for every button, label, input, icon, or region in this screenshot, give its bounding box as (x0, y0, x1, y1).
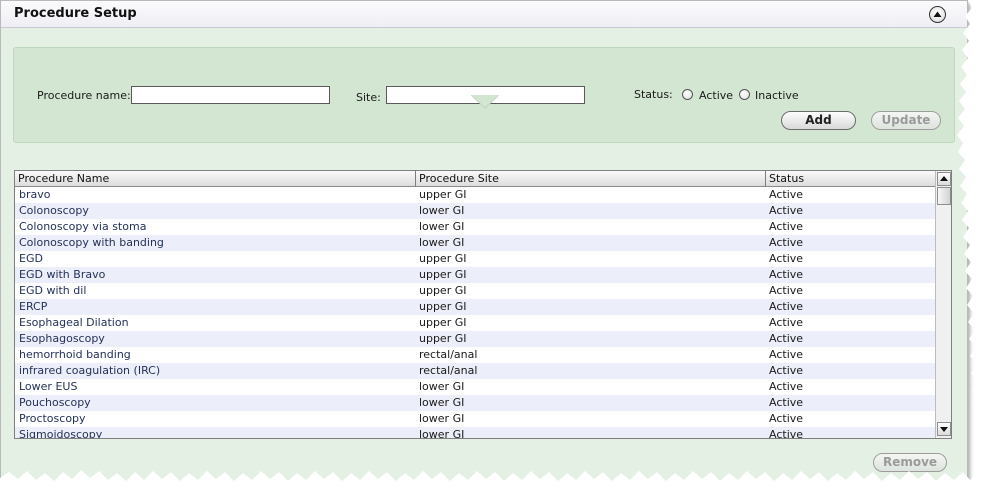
site-label: Site: (356, 91, 381, 104)
cell-status: Active (769, 348, 804, 361)
cell-status: Active (769, 220, 804, 233)
cell-site: lower GI (419, 396, 465, 409)
cell-status: Active (769, 332, 804, 345)
cell-site: lower GI (419, 428, 465, 439)
cell-site: lower GI (419, 204, 465, 217)
cell-name: Esophageal Dilation (19, 316, 129, 329)
grid-header: Procedure Name Procedure Site Status (15, 171, 935, 187)
cell-status: Active (769, 428, 804, 439)
cell-site: upper GI (419, 300, 467, 313)
table-row[interactable]: Pouchoscopy lower GI Active (15, 395, 935, 411)
cell-status: Active (769, 188, 804, 201)
cell-name: infrared coagulation (IRC) (19, 364, 161, 377)
cell-name: Pouchoscopy (19, 396, 91, 409)
cell-site: lower GI (419, 412, 465, 425)
table-row[interactable]: EGD with Bravo upper GI Active (15, 267, 935, 283)
cell-status: Active (769, 364, 804, 377)
panel-title: Procedure Setup (14, 6, 137, 21)
cell-name: hemorrhoid banding (19, 348, 131, 361)
table-row[interactable]: Lower EUS lower GI Active (15, 379, 935, 395)
cell-status: Active (769, 204, 804, 217)
cell-name: Colonoscopy with banding (19, 236, 164, 249)
cell-status: Active (769, 412, 804, 425)
table-row[interactable]: EGD with dil upper GI Active (15, 283, 935, 299)
form-pointer (471, 95, 499, 109)
table-row[interactable]: infrared coagulation (IRC) rectal/anal Act… (15, 363, 935, 379)
table-row[interactable]: EGD upper GI Active (15, 251, 935, 267)
cell-site: upper GI (419, 284, 467, 297)
status-label: Status: (634, 88, 673, 101)
cell-name: Colonoscopy via stoma (19, 220, 147, 233)
status-inactive-label[interactable]: Inactive (755, 89, 799, 102)
cell-site: rectal/anal (419, 364, 478, 377)
table-row[interactable]: bravo upper GI Active (15, 187, 935, 203)
cell-name: Sigmoidoscopy (19, 428, 103, 439)
cell-site: lower GI (419, 380, 465, 393)
status-active-label[interactable]: Active (699, 89, 733, 102)
cell-name: Proctoscopy (19, 412, 86, 425)
table-row[interactable]: Colonoscopy via stoma lower GI Active (15, 219, 935, 235)
cell-name: EGD (19, 252, 43, 265)
procedure-name-input[interactable] (131, 86, 330, 104)
table-row[interactable]: Sigmoidoscopy lower GI Active (15, 427, 935, 439)
cell-name: EGD with dil (19, 284, 87, 297)
procedure-name-label: Procedure name: (37, 89, 131, 102)
status-inactive-radio[interactable] (739, 89, 750, 100)
cell-site: upper GI (419, 268, 467, 281)
cell-name: Lower EUS (19, 380, 78, 393)
cell-name: Esophagoscopy (19, 332, 105, 345)
scroll-down-button[interactable] (937, 422, 951, 436)
procedure-setup-panel: Procedure Setup Procedure name: Site: St… (0, 0, 968, 486)
cell-site: upper GI (419, 252, 467, 265)
table-row[interactable]: Colonoscopy lower GI Active (15, 203, 935, 219)
update-button[interactable]: Update (871, 111, 941, 130)
cell-name: ERCP (19, 300, 48, 313)
column-header-procedure-site[interactable]: Procedure Site (416, 171, 766, 187)
table-row[interactable]: Colonoscopy with banding lower GI Active (15, 235, 935, 251)
cell-site: upper GI (419, 188, 467, 201)
cell-status: Active (769, 380, 804, 393)
grid-body: bravo upper GI Active Colonoscopy lower GI Ac… (15, 187, 935, 439)
chevron-up-icon (933, 11, 942, 17)
cell-status: Active (769, 268, 804, 281)
cell-name: EGD with Bravo (19, 268, 106, 281)
cell-status: Active (769, 316, 804, 329)
column-header-procedure-name[interactable]: Procedure Name (15, 171, 416, 187)
cell-name: Colonoscopy (19, 204, 89, 217)
table-row[interactable]: ERCP upper GI Active (15, 299, 935, 315)
cell-site: upper GI (419, 332, 467, 345)
table-row[interactable]: hemorrhoid banding rectal/anal Active (15, 347, 935, 363)
grid-scrollbar[interactable] (935, 171, 951, 438)
procedures-grid: Procedure Name Procedure Site Status bra… (14, 170, 952, 439)
table-row[interactable]: Esophageal Dilation upper GI Active (15, 315, 935, 331)
cell-name: bravo (19, 188, 51, 201)
table-row[interactable]: Esophagoscopy upper GI Active (15, 331, 935, 347)
cell-status: Active (769, 300, 804, 313)
cell-status: Active (769, 284, 804, 297)
cell-site: upper GI (419, 316, 467, 329)
cell-site: lower GI (419, 220, 465, 233)
cell-status: Active (769, 396, 804, 409)
scroll-up-button[interactable] (937, 172, 951, 186)
remove-button[interactable]: Remove (873, 453, 947, 472)
arrow-down-icon (940, 427, 948, 432)
scroll-thumb[interactable] (937, 187, 951, 205)
cell-status: Active (769, 236, 804, 249)
status-active-radio[interactable] (682, 89, 693, 100)
collapse-button[interactable] (929, 6, 946, 23)
cell-site: lower GI (419, 236, 465, 249)
cell-status: Active (769, 252, 804, 265)
add-button[interactable]: Add (781, 111, 856, 130)
cell-site: rectal/anal (419, 348, 478, 361)
arrow-up-icon (940, 176, 948, 181)
table-row[interactable]: Proctoscopy lower GI Active (15, 411, 935, 427)
column-header-status[interactable]: Status (766, 171, 935, 187)
panel-title-bar: Procedure Setup (1, 1, 967, 28)
